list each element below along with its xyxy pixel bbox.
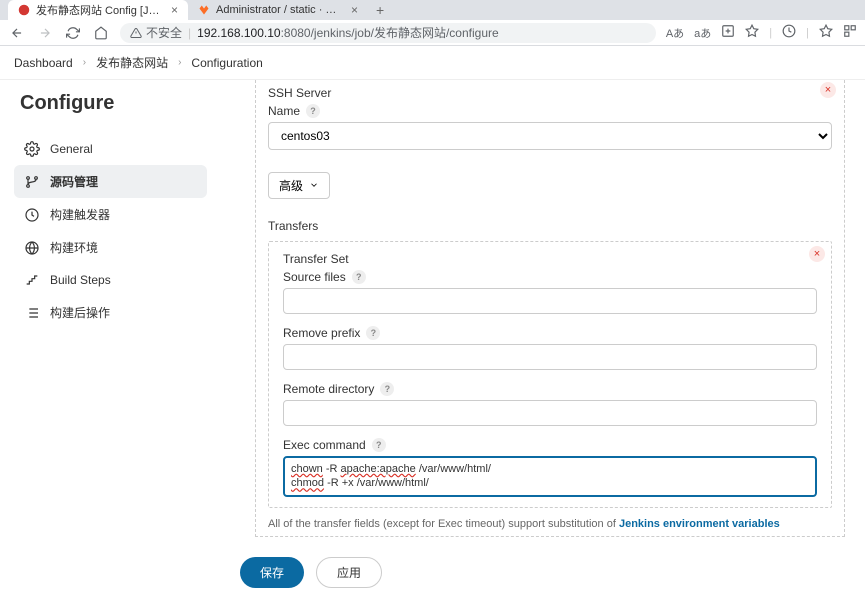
branch-icon bbox=[24, 174, 40, 190]
home-button[interactable] bbox=[92, 24, 110, 42]
remote-directory-label: Remote directory bbox=[283, 382, 374, 396]
close-icon[interactable]: × bbox=[171, 3, 178, 17]
breadcrumb-item[interactable]: 发布静态网站 bbox=[96, 54, 168, 71]
url-text: 192.168.100.10:8080/jenkins/job/发布静态网站/c… bbox=[197, 24, 499, 41]
help-icon[interactable]: ? bbox=[380, 382, 394, 396]
help-icon[interactable]: ? bbox=[366, 326, 380, 340]
transfer-set-label: Transfer Set bbox=[283, 252, 817, 266]
footer-actions: 保存 应用 bbox=[0, 547, 865, 598]
favorites-bar-icon[interactable] bbox=[819, 24, 833, 41]
sidebar-item-label: 构建后操作 bbox=[50, 304, 110, 321]
content-area: × SSH Server Name ? centos03 高级 bbox=[215, 80, 865, 547]
remove-prefix-input[interactable] bbox=[283, 344, 817, 370]
chevron-right-icon: › bbox=[178, 57, 181, 68]
sidebar-item-label: General bbox=[50, 142, 93, 156]
collections-icon[interactable] bbox=[721, 24, 735, 41]
clock-icon bbox=[24, 207, 40, 223]
favorite-icon[interactable] bbox=[745, 24, 759, 41]
sidebar-item-label: 构建触发器 bbox=[50, 206, 110, 223]
exec-command-input[interactable]: chown -R apache:apache /var/www/html/ ch… bbox=[283, 456, 817, 497]
url-bar[interactable]: 不安全 | 192.168.100.10:8080/jenkins/job/发布… bbox=[120, 23, 656, 43]
apply-button[interactable]: 应用 bbox=[316, 557, 382, 588]
exec-command-label: Exec command bbox=[283, 438, 366, 452]
help-icon[interactable]: ? bbox=[306, 104, 320, 118]
close-icon[interactable]: × bbox=[351, 3, 358, 17]
help-icon[interactable]: ? bbox=[372, 438, 386, 452]
transfer-set-box: × Transfer Set Source files ? Remove pr bbox=[268, 241, 832, 508]
sidebar-item-label: Build Steps bbox=[50, 273, 111, 287]
help-icon[interactable]: ? bbox=[352, 270, 366, 284]
new-tab-button[interactable]: + bbox=[368, 2, 392, 18]
sidebar-item-post-build[interactable]: 构建后操作 bbox=[14, 296, 207, 329]
breadcrumb: Dashboard › 发布静态网站 › Configuration bbox=[0, 46, 865, 80]
list-icon bbox=[24, 305, 40, 321]
toolbar-right: Aあ aあ | | bbox=[666, 24, 857, 41]
advanced-toggle-button[interactable]: 高级 bbox=[268, 172, 330, 199]
sidebar: Configure General 源码管理 构建触发器 构建环境 Build … bbox=[0, 80, 215, 547]
sidebar-item-general[interactable]: General bbox=[14, 133, 207, 165]
security-warning-icon: 不安全 bbox=[130, 24, 182, 41]
remove-prefix-label: Remove prefix bbox=[283, 326, 360, 340]
name-label: Name bbox=[268, 104, 300, 118]
breadcrumb-item[interactable]: Configuration bbox=[191, 56, 262, 70]
refresh-button[interactable] bbox=[64, 24, 82, 42]
sync-icon[interactable] bbox=[782, 24, 796, 41]
sidebar-item-env[interactable]: 构建环境 bbox=[14, 231, 207, 264]
back-button[interactable] bbox=[8, 24, 26, 42]
ssh-server-label: SSH Server bbox=[268, 86, 331, 100]
source-files-input[interactable] bbox=[283, 288, 817, 314]
env-vars-link[interactable]: Jenkins environment variables bbox=[619, 518, 780, 530]
breadcrumb-item[interactable]: Dashboard bbox=[14, 56, 73, 70]
save-button[interactable]: 保存 bbox=[240, 557, 304, 588]
hint-text: All of the transfer fields (except for E… bbox=[268, 518, 832, 530]
tab-title: 发布静态网站 Config [Jenkins] bbox=[36, 2, 161, 18]
sidebar-item-label: 构建环境 bbox=[50, 239, 98, 256]
ssh-server-name-select[interactable]: centos03 bbox=[268, 122, 832, 150]
browser-tab-0[interactable]: 发布静态网站 Config [Jenkins] × bbox=[8, 0, 188, 20]
gitlab-favicon bbox=[198, 4, 210, 16]
remove-server-button[interactable]: × bbox=[820, 82, 836, 98]
gear-icon bbox=[24, 141, 40, 157]
steps-icon bbox=[24, 272, 40, 288]
translate-icon[interactable]: Aあ bbox=[666, 25, 684, 41]
chevron-down-icon bbox=[309, 179, 319, 193]
extensions-icon[interactable] bbox=[843, 24, 857, 41]
browser-nav-bar: 不安全 | 192.168.100.10:8080/jenkins/job/发布… bbox=[0, 20, 865, 46]
jenkins-favicon bbox=[18, 4, 30, 16]
reader-icon[interactable]: aあ bbox=[694, 25, 711, 41]
source-files-label: Source files bbox=[283, 270, 346, 284]
sidebar-item-triggers[interactable]: 构建触发器 bbox=[14, 198, 207, 231]
page-title: Configure bbox=[14, 92, 207, 115]
globe-icon bbox=[24, 240, 40, 256]
remote-directory-input[interactable] bbox=[283, 400, 817, 426]
chevron-right-icon: › bbox=[83, 57, 86, 68]
sidebar-item-build-steps[interactable]: Build Steps bbox=[14, 264, 207, 296]
forward-button[interactable] bbox=[36, 24, 54, 42]
remove-transfer-button[interactable]: × bbox=[809, 246, 825, 262]
sidebar-item-label: 源码管理 bbox=[50, 173, 98, 190]
transfers-label: Transfers bbox=[268, 219, 832, 233]
tab-title: Administrator / static · GitLab bbox=[216, 4, 341, 16]
browser-tab-1[interactable]: Administrator / static · GitLab × bbox=[188, 0, 368, 20]
browser-tabs: 发布静态网站 Config [Jenkins] × Administrator … bbox=[0, 0, 865, 20]
sidebar-item-scm[interactable]: 源码管理 bbox=[14, 165, 207, 198]
